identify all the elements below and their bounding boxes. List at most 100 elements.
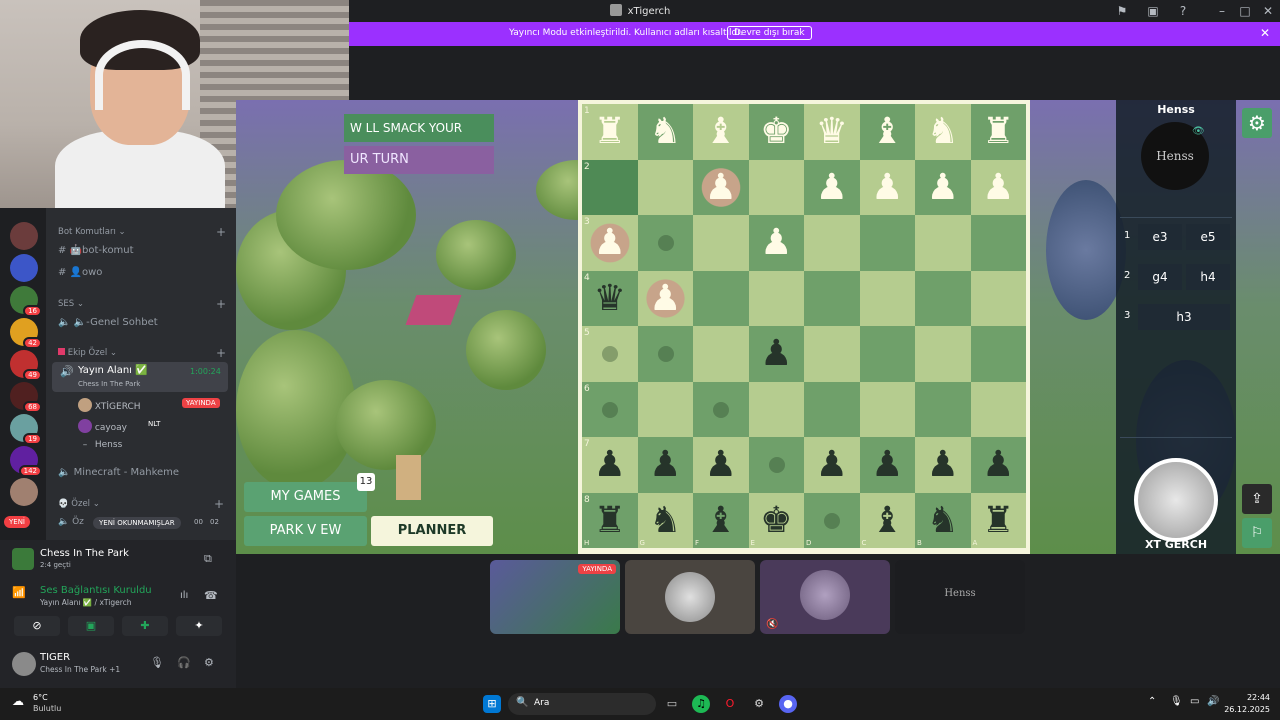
board-square[interactable]: 7 ♟: [582, 437, 638, 493]
chess-piece[interactable]: ♛: [804, 104, 860, 160]
board-square[interactable]: ♟: [804, 437, 860, 493]
chess-piece[interactable]: ♟: [693, 437, 749, 493]
channel-bot-komut[interactable]: # 🤖bot-komut: [58, 245, 134, 256]
add-channel-icon[interactable]: +: [216, 346, 226, 360]
board-square[interactable]: 2: [582, 159, 638, 215]
board-square[interactable]: [748, 270, 804, 326]
park-view-button[interactable]: PARK V EW: [244, 516, 367, 546]
inbox-icon[interactable]: ▣: [1145, 3, 1161, 19]
board-square[interactable]: [637, 381, 693, 437]
my-games-button[interactable]: MY GAMES: [244, 482, 367, 512]
chess-piece[interactable]: ♟: [582, 437, 638, 493]
board-square[interactable]: 3♟: [582, 215, 638, 271]
board-square[interactable]: E ♚: [748, 492, 804, 548]
avatar[interactable]: [12, 652, 36, 676]
tray-network-icon[interactable]: ▭: [1190, 696, 1199, 707]
board-square[interactable]: [859, 215, 915, 271]
board-square[interactable]: ♟: [748, 326, 805, 382]
move-white[interactable]: h3: [1138, 304, 1230, 330]
gear-icon[interactable]: ⚙: [204, 656, 214, 669]
voice-member-row[interactable]: XTİGERCH YAYINDA: [78, 398, 228, 414]
search-box[interactable]: 🔍 Ara: [508, 693, 656, 715]
disable-streamer-mode-button[interactable]: Devre dışı bırak: [727, 26, 812, 40]
chess-piece[interactable]: ♟: [971, 160, 1027, 216]
chess-piece[interactable]: ♟: [749, 326, 805, 382]
tray-mic-icon[interactable]: 🎙: [1170, 696, 1183, 707]
board-square[interactable]: [693, 270, 749, 326]
voice-member-row[interactable]: – Henss: [78, 440, 228, 456]
voice-channel-yayin-alani[interactable]: 🔊 Yayın Alanı ✅ Chess In The Park 1:00:2…: [52, 362, 228, 392]
board-square[interactable]: B ♞: [915, 492, 971, 549]
chess-piece[interactable]: ♜: [971, 493, 1027, 549]
board-square[interactable]: ♛: [804, 104, 860, 160]
board-square[interactable]: ♟: [859, 159, 916, 216]
board-square[interactable]: [804, 215, 860, 271]
board-square[interactable]: ♞: [915, 104, 971, 160]
category-ses[interactable]: SES ⌄: [58, 299, 84, 309]
add-channel-icon[interactable]: +: [214, 497, 224, 511]
opera-icon[interactable]: O: [721, 695, 739, 713]
soundboard-button[interactable]: ✦: [176, 616, 222, 636]
close-window-icon[interactable]: ✕: [1260, 3, 1276, 19]
chess-piece[interactable]: ♞: [915, 493, 971, 549]
board-square[interactable]: [693, 215, 749, 271]
server-icon[interactable]: 49: [10, 350, 42, 381]
channel-owo[interactable]: # 👤owo: [58, 267, 102, 278]
channel-genel-sohbet[interactable]: 🔈 🔈-Genel Sohbet: [58, 317, 158, 328]
start-icon[interactable]: ⊞: [483, 695, 501, 713]
category-ekip-ozel[interactable]: Ekip Özel ⌄: [58, 348, 117, 358]
add-channel-icon[interactable]: +: [216, 297, 226, 311]
popout-icon[interactable]: ⧉: [204, 552, 212, 566]
board-square[interactable]: ♟: [748, 215, 804, 271]
soundboard-icon[interactable]: ılı: [180, 590, 188, 601]
chess-piece[interactable]: ♟: [693, 159, 749, 215]
chess-piece[interactable]: ♟: [804, 160, 860, 216]
server-icon[interactable]: 42: [10, 318, 42, 349]
board-square[interactable]: ♚: [748, 104, 804, 160]
weather-icon[interactable]: ☁: [12, 694, 24, 708]
board-square[interactable]: [693, 326, 749, 382]
board-square[interactable]: 4 ♛: [582, 270, 638, 326]
board-square[interactable]: D: [804, 492, 860, 548]
chess-piece[interactable]: ♟: [915, 160, 971, 216]
chess-piece[interactable]: ♟: [971, 437, 1027, 493]
board-square[interactable]: ♟: [859, 437, 916, 493]
board-square[interactable]: [970, 381, 1026, 437]
voice-member-row[interactable]: cayoay NLT: [78, 419, 228, 435]
chess-piece[interactable]: ♟: [804, 437, 860, 493]
board-square[interactable]: [915, 270, 971, 326]
tray-chevron-icon[interactable]: ⌃: [1148, 696, 1156, 707]
chess-piece[interactable]: ♞: [638, 104, 694, 160]
board-square[interactable]: ♝: [693, 104, 749, 160]
chess-piece[interactable]: ♟: [860, 437, 916, 493]
help-icon[interactable]: ?: [1175, 3, 1191, 19]
server-icon[interactable]: 68: [10, 382, 42, 413]
headphones-icon[interactable]: 🎧: [177, 656, 191, 669]
board-square[interactable]: [859, 326, 915, 382]
chess-piece[interactable]: ♝: [693, 104, 749, 160]
add-channel-icon[interactable]: +: [216, 225, 226, 239]
settings-gear-icon[interactable]: ⚙: [1242, 108, 1272, 138]
board-square[interactable]: [859, 270, 915, 326]
move-black[interactable]: e5: [1186, 224, 1230, 250]
server-icon[interactable]: 16: [10, 286, 42, 317]
channel-minecraft[interactable]: 🔈 Minecraft - Mahkeme: [58, 467, 179, 478]
chess-piece[interactable]: ♟: [860, 160, 916, 216]
board-square[interactable]: G ♞: [637, 492, 693, 548]
new-servers-pill[interactable]: YENİ: [4, 516, 30, 528]
disconnect-icon[interactable]: ☎: [204, 589, 218, 602]
board-square[interactable]: [748, 159, 804, 215]
maximize-icon[interactable]: □: [1237, 3, 1253, 19]
board-square[interactable]: [915, 381, 971, 437]
board-square[interactable]: [915, 215, 971, 271]
move-black[interactable]: h4: [1186, 264, 1230, 290]
category-ozel[interactable]: 💀 Özel ⌄: [58, 499, 100, 509]
board-square[interactable]: C ♝: [859, 492, 915, 548]
board-square[interactable]: [637, 215, 693, 271]
spotify-icon[interactable]: ♫: [692, 695, 710, 713]
move-white[interactable]: e3: [1138, 224, 1182, 250]
board-square[interactable]: [915, 326, 971, 382]
board-square[interactable]: [859, 381, 915, 437]
board-square[interactable]: [748, 381, 804, 437]
flag-icon[interactable]: ⚐: [1242, 518, 1272, 548]
